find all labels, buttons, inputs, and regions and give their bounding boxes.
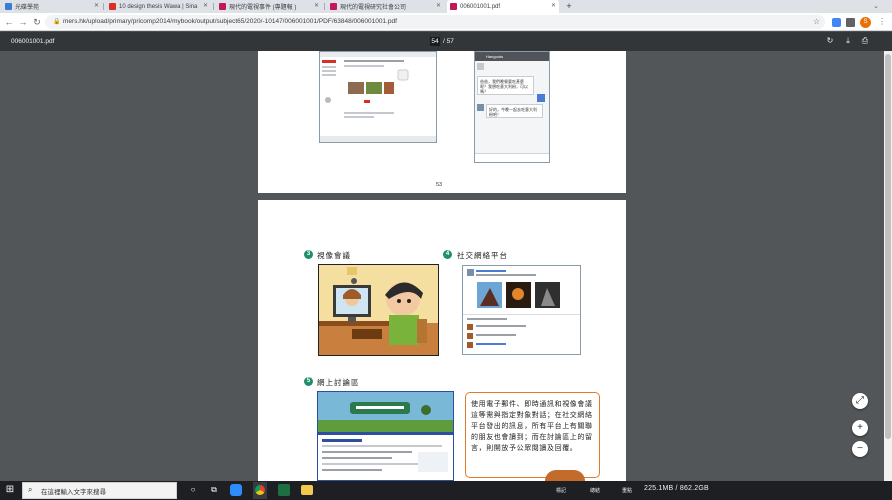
close-icon[interactable]: ✕: [94, 2, 99, 9]
mascot-label: 總結: [590, 488, 601, 494]
video-conference-illustration: [318, 264, 439, 356]
section-title: 網上討論區: [317, 378, 360, 387]
tab-favicon: [219, 3, 226, 10]
mascot-icon: [545, 470, 585, 481]
tab-favicon: [450, 3, 457, 10]
chevron-down-icon[interactable]: ⌄: [873, 2, 879, 10]
zoom-app-icon[interactable]: [230, 484, 242, 496]
social-network-graphic: [463, 269, 580, 348]
tab-divider: [213, 3, 214, 10]
chat-avatar: [477, 104, 484, 111]
tab-label: 現代的電視研究社會公司: [340, 5, 407, 11]
tab-divider: [103, 3, 104, 10]
scrollbar-thumb[interactable]: [885, 54, 891, 439]
taskbar-search-placeholder[interactable]: 在這裡輸入文字來搜尋: [41, 486, 106, 496]
close-icon[interactable]: ✕: [551, 2, 556, 9]
forum-graphic: [318, 392, 453, 472]
cortana-icon[interactable]: ○: [186, 483, 200, 497]
tab-3[interactable]: 現代的電視事件 (專題報 ) ✕: [216, 0, 322, 13]
chat-header: Hangouts: [475, 52, 549, 61]
tab-divider: [324, 3, 325, 10]
windows-start-icon[interactable]: ⊞: [4, 484, 16, 496]
fit-page-button[interactable]: ⤢: [852, 393, 868, 409]
social-network-screenshot: [462, 265, 581, 355]
zoom-out-button[interactable]: −: [852, 441, 868, 457]
section-title: 社交網絡平台: [457, 251, 508, 260]
task-view-icon[interactable]: ⧉: [207, 483, 221, 497]
tab-favicon: [330, 3, 337, 10]
close-icon[interactable]: ✕: [203, 2, 208, 9]
extension-icon[interactable]: [832, 18, 841, 27]
excel-icon[interactable]: [278, 484, 290, 496]
download-icon[interactable]: ⤓: [843, 36, 853, 46]
tab-label: 光碟學苑: [15, 5, 40, 11]
chat-icon: [477, 63, 484, 70]
close-icon[interactable]: ✕: [436, 2, 441, 9]
section-number: 4: [443, 250, 452, 259]
tab-favicon: [5, 3, 12, 10]
note-box: 使用電子郵件、即時通訊和視像會議這等需與指定對象對話；在社交網絡平台發出的訊息，…: [465, 392, 600, 478]
puzzle-icon[interactable]: [846, 18, 855, 27]
file-explorer-icon[interactable]: [301, 485, 313, 495]
avatar[interactable]: S: [860, 17, 871, 28]
tab-2[interactable]: 10 design thesis Wawa | Sina ✕: [106, 0, 211, 13]
lock-icon[interactable]: 🔒: [53, 18, 60, 26]
star-icon[interactable]: ☆: [813, 17, 820, 26]
chrome-logo: [255, 485, 265, 495]
tab-4[interactable]: 現代的電視研究社會公司 ✕: [327, 0, 444, 13]
chat-bubble: 爸爸，我們晚餐要吃甚麼呢？我想吃意大利粉，可以嗎？: [477, 76, 534, 95]
chat-input: [475, 153, 549, 162]
mascot-label: 標記: [556, 488, 567, 494]
tab-label: 現代的電視事件 (專題報 ): [229, 5, 297, 11]
rotate-icon[interactable]: ↻: [825, 36, 835, 46]
back-arrow-icon[interactable]: ←: [3, 16, 15, 28]
pdf-filename: 006001001.pdf: [11, 38, 55, 45]
tab-1[interactable]: 光碟學苑 ✕: [2, 0, 102, 13]
chat-avatar: [537, 94, 545, 102]
tab-label: 10 design thesis Wawa | Sina: [119, 3, 198, 10]
close-icon[interactable]: ✕: [314, 2, 319, 9]
section-number: 3: [304, 250, 313, 259]
disk-usage: 225.1MB / 862.2GB: [644, 485, 709, 492]
tab-favicon: [109, 3, 116, 10]
kebab-menu-icon[interactable]: ⋮: [878, 17, 886, 26]
email-screenshot: [319, 51, 437, 143]
new-tab-button[interactable]: +: [564, 0, 574, 13]
page-number: 53: [436, 182, 443, 188]
tab-label: 006001001.pdf: [460, 3, 501, 10]
url-text[interactable]: mers.hk/upload/primary/pricomp2014/myboo…: [63, 18, 397, 25]
tab-5-active[interactable]: 006001001.pdf ✕: [447, 0, 559, 13]
pdf-page-53: [258, 51, 626, 193]
zoom-in-button[interactable]: +: [852, 420, 868, 436]
section-title: 視像會議: [317, 251, 351, 260]
search-icon: ⌕: [28, 485, 33, 494]
print-icon[interactable]: ⎙: [860, 36, 870, 46]
mascot-label: 重點: [622, 488, 633, 494]
email-screenshot-graphic: [320, 52, 436, 142]
forum-screenshot: [317, 391, 454, 481]
video-conference-graphic: [319, 265, 438, 355]
page-total: / 57: [443, 38, 454, 45]
chrome-icon[interactable]: [253, 482, 267, 499]
forward-arrow-icon[interactable]: →: [17, 16, 29, 28]
section-number: 5: [304, 377, 313, 386]
chat-bubble: 好的，今晚一起去吃意大利粉吧！: [486, 104, 543, 118]
reload-icon[interactable]: ↻: [31, 16, 43, 28]
page-number-input[interactable]: 54: [430, 37, 440, 46]
